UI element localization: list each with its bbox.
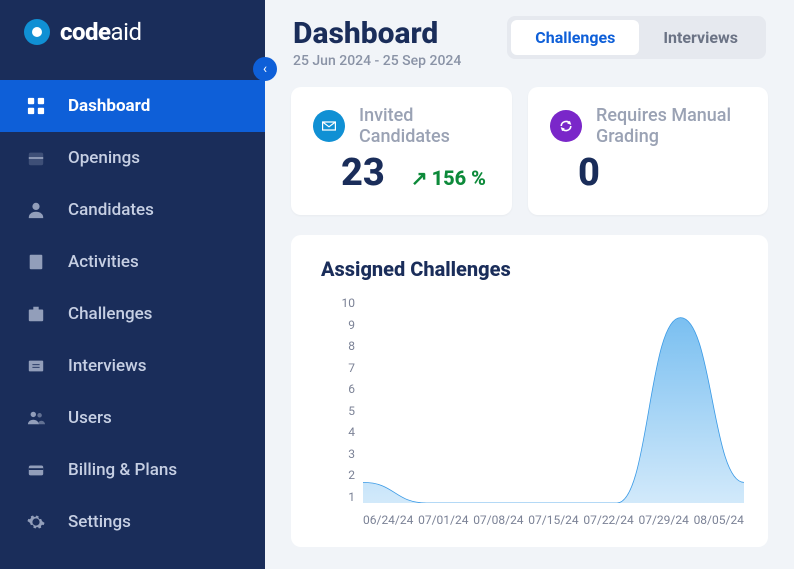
- y-tick: 3: [327, 448, 355, 460]
- sidebar-item-candidates[interactable]: Candidates: [0, 184, 265, 236]
- challenges-icon: [26, 304, 46, 324]
- dashboard-icon: [26, 96, 46, 116]
- chevron-left-icon: ‹: [263, 61, 267, 77]
- mail-icon: [313, 110, 345, 142]
- view-tabs: Challenges Interviews: [507, 16, 766, 59]
- sidebar-item-interviews[interactable]: Interviews: [0, 340, 265, 392]
- x-tick: 08/05/24: [694, 513, 744, 527]
- y-tick: 7: [327, 362, 355, 374]
- sidebar-item-label: Billing & Plans: [68, 460, 177, 480]
- card-invited-candidates: Invited Candidates 23 ↗ 156 %: [291, 87, 512, 215]
- chart-x-axis: 06/24/24 07/01/24 07/08/24 07/15/24 07/2…: [363, 513, 744, 527]
- tab-challenges[interactable]: Challenges: [511, 20, 639, 55]
- logo-text-light: aid: [111, 18, 142, 46]
- sidebar-item-label: Challenges: [68, 304, 152, 324]
- chart-plot: [363, 297, 744, 503]
- sidebar-item-label: Settings: [68, 512, 131, 532]
- chart-assigned-challenges: Assigned Challenges 10 9 8 7 6 5 4 3 2 1: [291, 235, 768, 547]
- y-tick: 9: [327, 319, 355, 331]
- collapse-sidebar-button[interactable]: ‹: [253, 57, 277, 81]
- card-label: Invited Candidates: [359, 105, 490, 147]
- date-range: 25 Jun 2024 - 25 Sep 2024: [293, 53, 461, 69]
- sidebar-item-settings[interactable]: Settings: [0, 496, 265, 548]
- x-tick: 07/29/24: [638, 513, 688, 527]
- page-title: Dashboard: [293, 16, 461, 51]
- interviews-icon: [26, 356, 46, 376]
- sidebar-nav: Dashboard Openings Candidates Activities…: [0, 64, 265, 548]
- openings-icon: [26, 148, 46, 168]
- settings-icon: [26, 512, 46, 532]
- users-icon: [26, 408, 46, 428]
- sidebar-item-label: Interviews: [68, 356, 146, 376]
- y-tick: 1: [327, 491, 355, 503]
- sidebar-item-label: Candidates: [68, 200, 154, 220]
- card-value: 0: [578, 151, 600, 195]
- sidebar-item-users[interactable]: Users: [0, 392, 265, 444]
- x-tick: 07/01/24: [418, 513, 468, 527]
- refresh-icon: [550, 110, 582, 142]
- y-tick: 5: [327, 405, 355, 417]
- header: Dashboard 25 Jun 2024 - 25 Sep 2024 Chal…: [265, 0, 794, 87]
- y-tick: 8: [327, 340, 355, 352]
- x-tick: 06/24/24: [363, 513, 413, 527]
- y-tick: 10: [327, 297, 355, 309]
- sidebar-item-label: Activities: [68, 252, 139, 272]
- x-tick: 07/22/24: [583, 513, 633, 527]
- chart-y-axis: 10 9 8 7 6 5 4 3 2 1: [327, 297, 355, 503]
- sidebar-item-challenges[interactable]: Challenges: [0, 288, 265, 340]
- activities-icon: [26, 252, 46, 272]
- y-tick: 2: [327, 469, 355, 481]
- logo[interactable]: codeaid: [0, 0, 265, 64]
- x-tick: 07/15/24: [528, 513, 578, 527]
- y-tick: 6: [327, 383, 355, 395]
- card-label: Requires Manual Grading: [596, 105, 746, 147]
- arrow-up-right-icon: ↗: [411, 166, 428, 190]
- stat-cards: Invited Candidates 23 ↗ 156 % Requires M…: [265, 87, 794, 215]
- sidebar-item-activities[interactable]: Activities: [0, 236, 265, 288]
- sidebar-item-label: Openings: [68, 148, 140, 168]
- sidebar-item-label: Users: [68, 408, 112, 428]
- tab-interviews[interactable]: Interviews: [639, 20, 762, 55]
- card-value: 23: [341, 151, 385, 195]
- card-change-value: 156 %: [432, 166, 486, 190]
- sidebar: codeaid ‹ Dashboard Openings Candidates …: [0, 0, 265, 569]
- candidates-icon: [26, 200, 46, 220]
- card-manual-grading: Requires Manual Grading 0: [528, 87, 768, 215]
- main-content: Dashboard 25 Jun 2024 - 25 Sep 2024 Chal…: [265, 0, 794, 569]
- logo-text-bold: code: [60, 18, 111, 46]
- sidebar-item-label: Dashboard: [68, 96, 150, 116]
- x-tick: 07/08/24: [473, 513, 523, 527]
- sidebar-item-dashboard[interactable]: Dashboard: [0, 80, 265, 132]
- billing-icon: [26, 460, 46, 480]
- sidebar-item-openings[interactable]: Openings: [0, 132, 265, 184]
- logo-mark-icon: [24, 19, 50, 45]
- card-change: ↗ 156 %: [411, 166, 486, 190]
- chart-title: Assigned Challenges: [321, 257, 744, 281]
- chart-area: 10 9 8 7 6 5 4 3 2 1 06/24/24 07/01/24: [327, 297, 744, 527]
- y-tick: 4: [327, 426, 355, 438]
- sidebar-item-billing[interactable]: Billing & Plans: [0, 444, 265, 496]
